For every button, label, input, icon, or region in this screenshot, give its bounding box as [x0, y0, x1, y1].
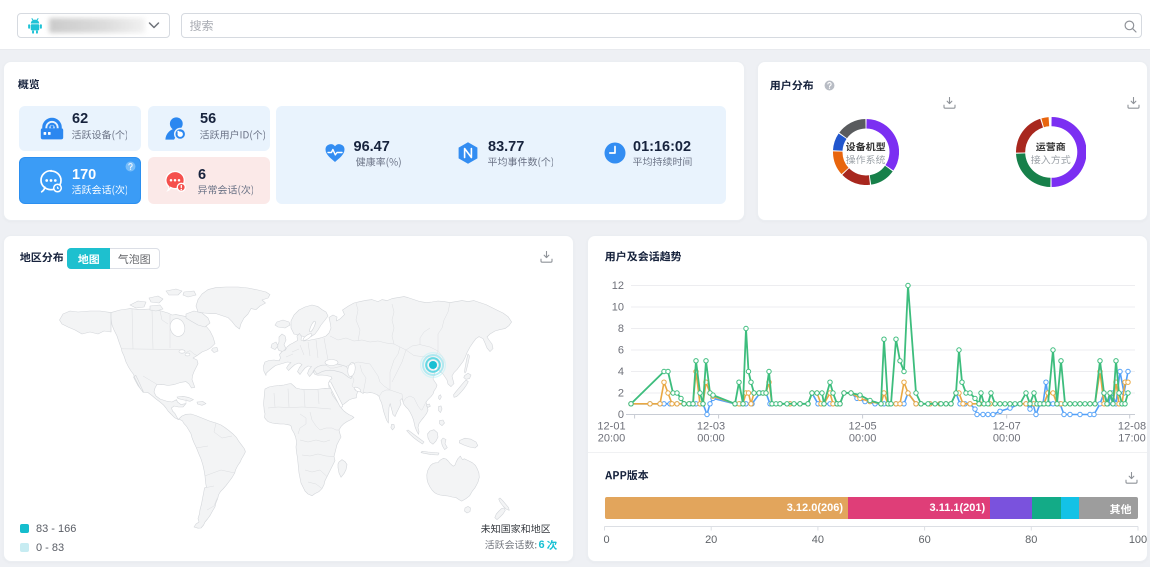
svg-text:00:00: 00:00 [697, 433, 725, 445]
svg-text:80: 80 [1025, 534, 1037, 546]
svg-text:10: 10 [612, 302, 624, 314]
svg-text:20: 20 [705, 534, 717, 546]
svg-text:0: 0 [618, 409, 624, 421]
svg-text:100: 100 [1129, 534, 1147, 546]
svg-text:60: 60 [918, 534, 930, 546]
svg-text:6: 6 [618, 345, 624, 357]
svg-text:12-01: 12-01 [597, 421, 625, 433]
svg-text:8: 8 [618, 323, 624, 335]
svg-text:4: 4 [618, 366, 624, 378]
svg-text:12-03: 12-03 [697, 421, 725, 433]
svg-text:17:00: 17:00 [1118, 433, 1146, 445]
svg-text:2: 2 [618, 388, 624, 400]
svg-text:12-08: 12-08 [1118, 421, 1146, 433]
svg-text:20:00: 20:00 [598, 433, 626, 445]
svg-text:00:00: 00:00 [849, 433, 877, 445]
svg-text:40: 40 [812, 534, 824, 546]
svg-text:0: 0 [604, 534, 610, 546]
svg-text:00:00: 00:00 [993, 433, 1021, 445]
svg-text:12: 12 [612, 280, 624, 292]
svg-text:12-07: 12-07 [993, 421, 1021, 433]
svg-text:12-05: 12-05 [849, 421, 877, 433]
